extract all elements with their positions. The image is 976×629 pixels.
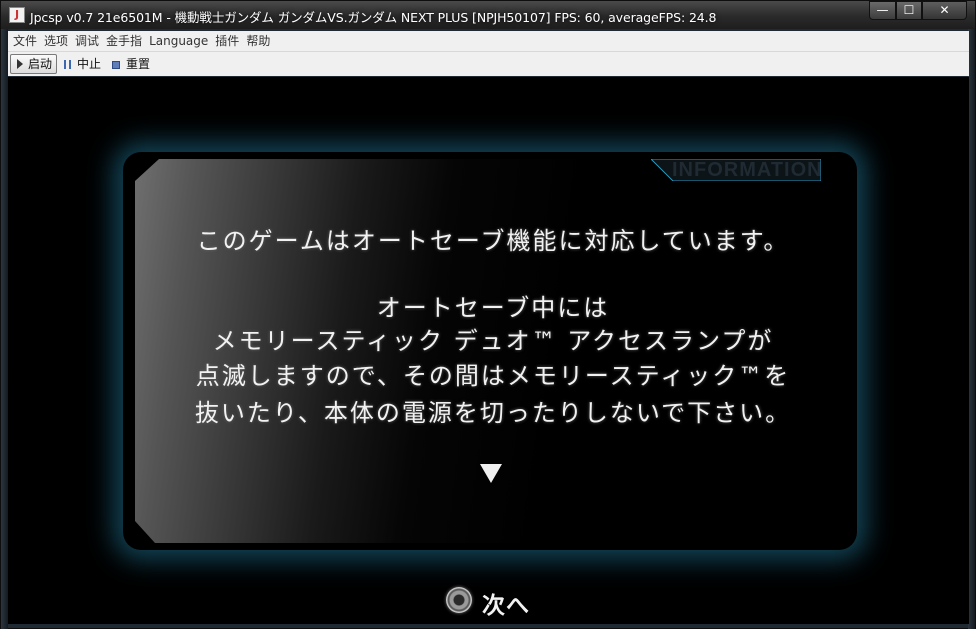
window-frame-left bbox=[1, 29, 8, 629]
java-app-icon[interactable]: J bbox=[9, 7, 25, 23]
reset-label: 重置 bbox=[126, 57, 151, 71]
message-line-5: 抜いたり、本体の電源を切ったりしないで下さい。 bbox=[194, 399, 792, 427]
run-button[interactable]: 启动 bbox=[10, 54, 58, 74]
menu-plugins[interactable]: 插件 bbox=[212, 31, 242, 51]
minimize-button[interactable]: — bbox=[869, 1, 896, 20]
pause-button[interactable]: 中止 bbox=[64, 54, 101, 74]
menu-cheats[interactable]: 金手指 bbox=[103, 31, 145, 51]
close-button[interactable]: ✕ bbox=[922, 1, 967, 20]
menu-file[interactable]: 文件 bbox=[10, 31, 40, 51]
info-header: INFORMATION bbox=[672, 159, 823, 181]
message-line-4: 点滅しますので、その間はメモリースティック™を bbox=[195, 362, 791, 390]
play-icon bbox=[17, 59, 23, 69]
pause-icon bbox=[64, 60, 71, 69]
window-title: Jpcsp v0.7 21e6501M - 機動戦士ガンダム ガンダムVS.ガン… bbox=[30, 10, 717, 25]
message-line-2: オートセーブ中には bbox=[376, 294, 610, 322]
pause-label: 中止 bbox=[77, 57, 102, 71]
window-controls: — ☐ ✕ bbox=[869, 1, 967, 20]
menu-help[interactable]: 帮助 bbox=[243, 31, 273, 51]
game-screen[interactable]: INFORMATION このゲームはオートセーブ機能に対応しています。 オートセ… bbox=[8, 77, 969, 624]
run-label: 启动 bbox=[28, 57, 53, 71]
emulator-window: J Jpcsp v0.7 21e6501M - 機動戦士ガンダム ガンダムVS.… bbox=[0, 0, 976, 629]
menu-bar: 文件 选项 调试 金手指 Language 插件 帮助 bbox=[8, 31, 969, 52]
down-arrow-icon bbox=[480, 464, 502, 483]
circle-button-icon bbox=[446, 587, 472, 613]
menu-language[interactable]: Language bbox=[146, 31, 211, 51]
title-bar[interactable]: J Jpcsp v0.7 21e6501M - 機動戦士ガンダム ガンダムVS.… bbox=[1, 1, 975, 29]
reset-button[interactable]: 重置 bbox=[112, 54, 150, 74]
menu-options[interactable]: 选项 bbox=[41, 31, 71, 51]
window-frame-right bbox=[968, 29, 975, 629]
message-line-3: メモリースティック デュオ™ アクセスランプが bbox=[212, 327, 774, 355]
maximize-button[interactable]: ☐ bbox=[896, 1, 922, 20]
next-prompt: 次へ bbox=[482, 593, 530, 619]
menu-debug[interactable]: 调试 bbox=[72, 31, 102, 51]
toolbar: 启动 中止 重置 bbox=[8, 52, 969, 76]
message-line-1: このゲームはオートセーブ機能に対応しています。 bbox=[196, 227, 790, 255]
stop-icon bbox=[112, 61, 120, 69]
